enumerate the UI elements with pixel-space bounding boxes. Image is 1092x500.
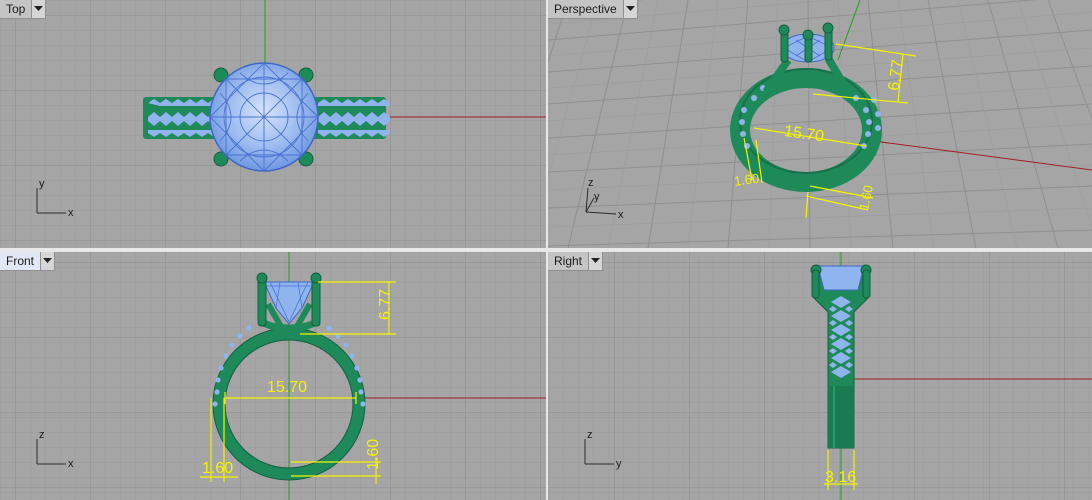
- dim-inner-diameter-label: 15.70: [267, 379, 307, 396]
- y-axis-line: [837, 0, 861, 61]
- dim-band-width-label: 3.16: [825, 469, 856, 486]
- axis-label-x: x: [618, 209, 624, 221]
- viewport-title[interactable]: Right: [548, 252, 588, 270]
- viewport-title[interactable]: Top: [0, 0, 31, 18]
- viewport-title[interactable]: Perspective: [548, 0, 623, 18]
- front-view-canvas[interactable]: 6.77 15.70 1.60 1.60 z x: [0, 252, 546, 500]
- x-axis-line: [865, 139, 1092, 171]
- axis-label-z: z: [39, 429, 45, 441]
- top-view-canvas[interactable]: y x: [0, 0, 546, 248]
- viewport-front[interactable]: 6.77 15.70 1.60 1.60 z x Front: [0, 252, 546, 500]
- perspective-view-canvas[interactable]: 6.77 15.70 1.60 1.60 z y x: [548, 0, 1092, 248]
- dim-band-thickness-b-label: 1.60: [365, 439, 382, 470]
- viewport-top[interactable]: y x Top: [0, 0, 546, 248]
- axis-label-y: y: [594, 191, 600, 203]
- viewport-tab-perspective[interactable]: Perspective: [548, 0, 638, 19]
- axis-triad-icon: z y x: [585, 177, 624, 221]
- axis-label-x: x: [68, 458, 74, 470]
- viewport-title[interactable]: Front: [0, 252, 40, 270]
- gemstone-top: [209, 62, 319, 172]
- viewport-tab-front[interactable]: Front: [0, 252, 56, 271]
- viewport-tab-right[interactable]: Right: [548, 252, 604, 271]
- caret-down-icon[interactable]: [622, 0, 637, 18]
- axis-label-z: z: [588, 177, 594, 189]
- caret-down-icon[interactable]: [588, 252, 603, 270]
- caret-down-icon[interactable]: [40, 252, 55, 270]
- axis-label-z: z: [587, 429, 593, 441]
- axis-label-y: y: [39, 178, 45, 190]
- dim-height-label: 6.77: [886, 59, 907, 92]
- caret-down-icon[interactable]: [31, 0, 46, 18]
- axis-label-x: x: [68, 207, 74, 219]
- right-view-canvas[interactable]: 3.16 z y: [548, 252, 1092, 500]
- dim-height-label: 6.77: [377, 289, 394, 320]
- rhino-four-viewport-layout: y x Top 6.77 15.70 1.60 1.60 z y x Persp…: [0, 0, 1092, 500]
- dim-band-thickness-label: 1.60: [202, 460, 233, 477]
- viewport-perspective[interactable]: 6.77 15.70 1.60 1.60 z y x Perspective: [548, 0, 1092, 248]
- axis-label-y: y: [616, 458, 622, 470]
- viewport-tab-top[interactable]: Top: [0, 0, 47, 19]
- dim-band-thickness-label: 1.60: [733, 171, 760, 189]
- dim-inner-diameter-label: 15.70: [783, 123, 825, 145]
- viewport-splitter-horizontal[interactable]: [0, 248, 1092, 252]
- dim-band-thickness-b-label: 1.60: [856, 184, 876, 212]
- viewport-right[interactable]: 3.16 z y Right: [548, 252, 1092, 500]
